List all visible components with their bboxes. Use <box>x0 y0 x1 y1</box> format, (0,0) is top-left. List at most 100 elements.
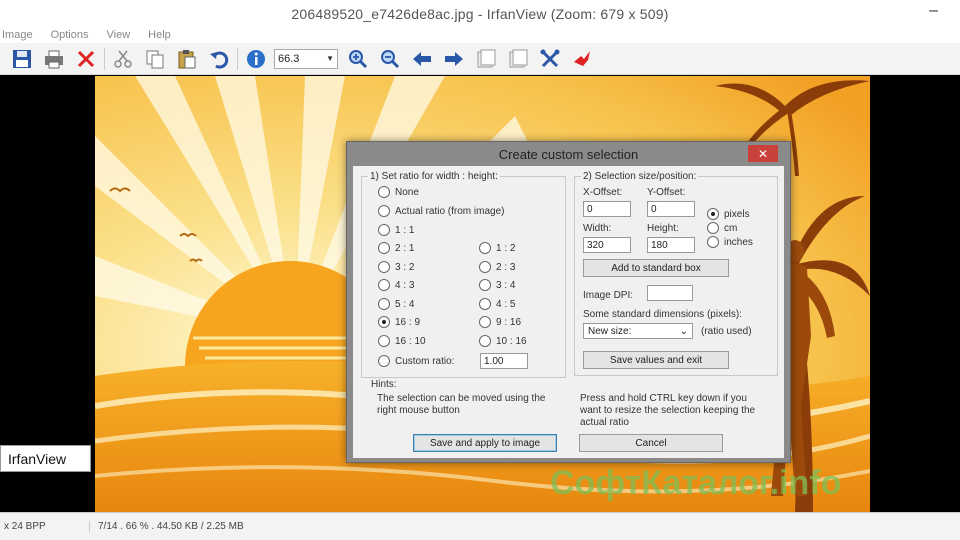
image-dpi-input[interactable] <box>647 285 693 301</box>
radio-3-4[interactable]: 3 : 4 <box>479 279 515 291</box>
radio-actual-ratio[interactable]: Actual ratio (from image) <box>378 205 504 217</box>
radio-label: pixels <box>724 208 750 220</box>
delete-icon[interactable] <box>72 46 100 72</box>
page-next-icon[interactable] <box>504 46 532 72</box>
width-input[interactable]: 320 <box>583 237 631 253</box>
zoom-combobox[interactable]: 66.3 ▼ <box>274 48 338 69</box>
radio-indicator <box>479 279 491 291</box>
radio-1-1[interactable]: 1 : 1 <box>378 224 414 236</box>
radio-10-16[interactable]: 10 : 16 <box>479 335 527 347</box>
hints-title: Hints: <box>371 379 397 390</box>
radio-4-5[interactable]: 4 : 5 <box>479 298 515 310</box>
radio-pixels[interactable]: pixels <box>707 208 750 220</box>
cancel-button[interactable]: Cancel <box>579 434 723 452</box>
radio-label: 1 : 2 <box>496 242 516 254</box>
radio-16-9[interactable]: 16 : 9 <box>378 316 420 328</box>
menu-options[interactable]: Options <box>51 29 89 41</box>
forward-icon[interactable] <box>440 46 468 72</box>
size-position-group: 2) Selection size/position: X-Offset: Y-… <box>574 171 778 376</box>
close-icon[interactable]: ✕ <box>748 145 778 162</box>
toolbar-separator <box>104 47 105 70</box>
radio-label: 16 : 10 <box>395 335 426 347</box>
radio-indicator <box>707 222 719 234</box>
radio-indicator <box>479 316 491 328</box>
radio-2-1[interactable]: 2 : 1 <box>378 242 414 254</box>
radio-indicator <box>378 261 390 273</box>
chevron-down-icon: ▼ <box>326 54 334 63</box>
radio-indicator <box>378 355 390 367</box>
radio-none[interactable]: None <box>378 186 419 198</box>
radio-indicator <box>707 208 719 220</box>
dialog-title: Create custom selection <box>498 146 639 162</box>
chevron-down-icon: ⌄ <box>679 325 688 337</box>
radio-5-4[interactable]: 5 : 4 <box>378 298 414 310</box>
radio-indicator <box>479 298 491 310</box>
menu-view[interactable]: View <box>107 29 131 41</box>
print-icon[interactable] <box>40 46 68 72</box>
standard-size-value: New size: <box>588 325 632 337</box>
window-title: 206489520_e7426de8ac.jpg - IrfanView (Zo… <box>291 5 669 22</box>
watermark-text: СофтКаталог.info <box>550 464 841 502</box>
radio-indicator <box>378 242 390 254</box>
standard-size-select[interactable]: New size: ⌄ <box>583 323 693 339</box>
height-input[interactable]: 180 <box>647 237 695 253</box>
settings-icon[interactable] <box>536 46 564 72</box>
minimize-button[interactable]: – <box>929 2 938 20</box>
info-icon[interactable] <box>242 46 270 72</box>
status-bar: x 24 BPP 7/14 . 66 % . 44.50 KB / 2.25 M… <box>0 512 960 540</box>
zoom-in-icon[interactable] <box>344 46 372 72</box>
toolbar: 66.3 ▼ <box>0 43 960 75</box>
irfan-logo-icon[interactable] <box>568 46 596 72</box>
dialog-body: 1) Set ratio for width : height: None Ac… <box>353 166 784 458</box>
irfanview-label: IrfanView <box>0 445 91 472</box>
radio-label: Actual ratio (from image) <box>395 205 505 217</box>
x-offset-input[interactable]: 0 <box>583 201 631 217</box>
radio-indicator <box>378 316 390 328</box>
radio-indicator <box>378 298 390 310</box>
radio-label: None <box>395 186 419 198</box>
radio-9-16[interactable]: 9 : 16 <box>479 316 521 328</box>
menu-image[interactable]: Image <box>2 29 33 41</box>
radio-16-10[interactable]: 16 : 10 <box>378 335 426 347</box>
copy-icon[interactable] <box>141 46 169 72</box>
menu-bar: Image Options View Help <box>0 27 960 43</box>
cut-icon[interactable] <box>109 46 137 72</box>
undo-icon[interactable] <box>205 46 233 72</box>
radio-label: 3 : 2 <box>395 261 415 273</box>
menu-help[interactable]: Help <box>148 29 171 41</box>
save-values-exit-button[interactable]: Save values and exit <box>583 351 729 369</box>
radio-3-2[interactable]: 3 : 2 <box>378 261 414 273</box>
size-group-title: 2) Selection size/position: <box>581 171 699 182</box>
custom-ratio-input[interactable]: 1.00 <box>480 353 528 369</box>
zoom-value: 66.3 <box>278 52 300 65</box>
radio-cm[interactable]: cm <box>707 222 737 234</box>
y-offset-input[interactable]: 0 <box>647 201 695 217</box>
radio-label: 2 : 1 <box>395 242 415 254</box>
page-prev-icon[interactable] <box>472 46 500 72</box>
radio-indicator <box>707 236 719 248</box>
zoom-out-icon[interactable] <box>376 46 404 72</box>
radio-custom-ratio[interactable]: Custom ratio: <box>378 355 454 367</box>
save-apply-button[interactable]: Save and apply to image <box>413 434 557 452</box>
radio-label: 1 : 1 <box>395 224 415 236</box>
radio-label: 4 : 3 <box>395 279 415 291</box>
save-icon[interactable] <box>8 46 36 72</box>
back-icon[interactable] <box>408 46 436 72</box>
add-to-standard-box-button[interactable]: Add to standard box <box>583 259 729 277</box>
paste-icon[interactable] <box>173 46 201 72</box>
radio-1-2[interactable]: 1 : 2 <box>479 242 515 254</box>
image-dpi-label: Image DPI: <box>583 290 634 301</box>
radio-indicator <box>378 205 390 217</box>
radio-4-3[interactable]: 4 : 3 <box>378 279 414 291</box>
radio-indicator <box>479 242 491 254</box>
radio-indicator <box>479 261 491 273</box>
radio-inches[interactable]: inches <box>707 236 753 248</box>
radio-2-3[interactable]: 2 : 3 <box>479 261 515 273</box>
radio-label: 2 : 3 <box>496 261 516 273</box>
radio-label: 10 : 16 <box>496 335 527 347</box>
radio-indicator <box>378 224 390 236</box>
height-label: Height: <box>647 223 679 234</box>
radio-label: 16 : 9 <box>395 316 421 328</box>
toolbar-separator <box>237 47 238 70</box>
status-color-depth: x 24 BPP <box>0 521 90 532</box>
